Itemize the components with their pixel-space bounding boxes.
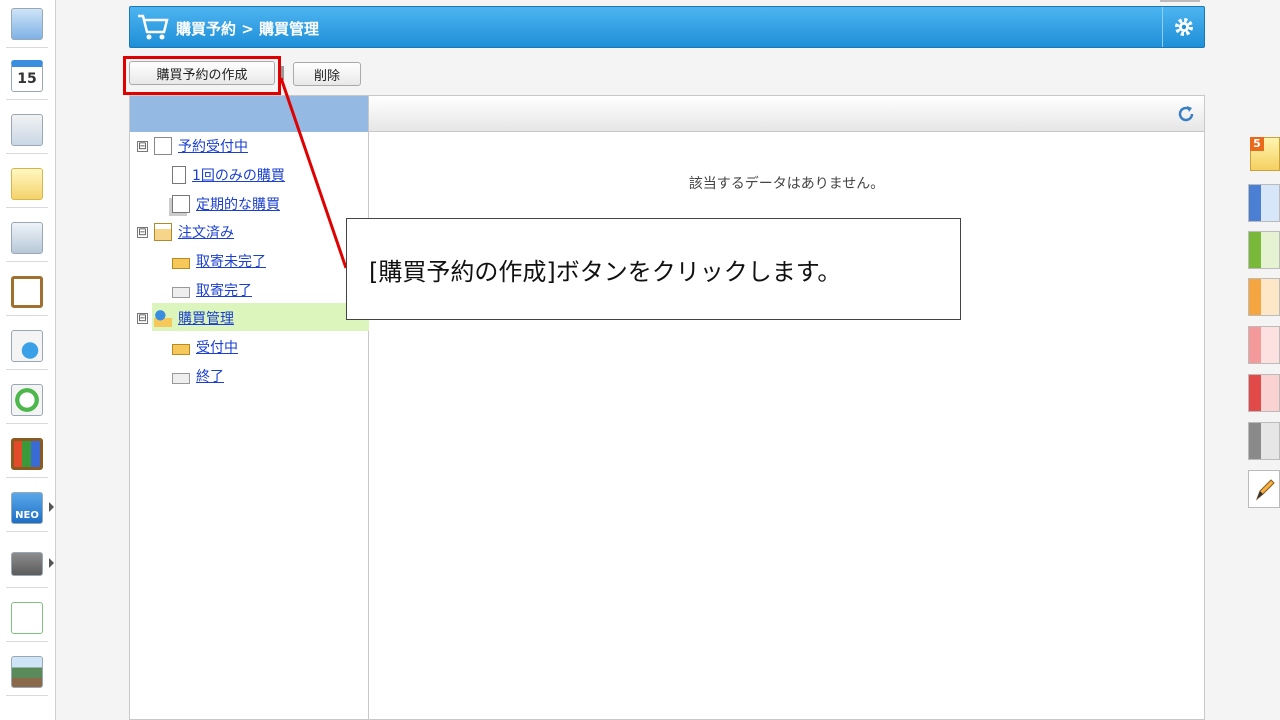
empty-message: 該当するデータはありません。 <box>688 176 885 192</box>
right-color-blue[interactable] <box>1248 184 1280 222</box>
memo-icon <box>11 167 43 200</box>
rail-banner[interactable] <box>6 648 48 696</box>
orange-stripe <box>1249 279 1261 315</box>
rail-tanomail[interactable] <box>6 594 48 642</box>
rail-portal[interactable] <box>6 0 48 48</box>
settings-button[interactable] <box>1162 7 1204 47</box>
tree-item-complete[interactable]: 取寄完了 <box>172 277 252 303</box>
right-color-orange[interactable] <box>1248 278 1280 316</box>
tree-link-complete[interactable]: 取寄完了 <box>196 280 252 300</box>
search-doc-icon <box>11 329 43 362</box>
right-pencil[interactable] <box>1248 470 1280 508</box>
tree-link-accepting[interactable]: 受付中 <box>196 337 238 357</box>
folder-icon <box>172 343 190 355</box>
rail-sync[interactable] <box>6 376 48 424</box>
portal-icon <box>11 7 43 40</box>
gear-icon <box>1174 18 1193 36</box>
blue-stripe <box>1249 185 1261 221</box>
rail-clipboard[interactable] <box>6 268 48 316</box>
rail-search-doc[interactable] <box>6 322 48 370</box>
tree-item-accepting[interactable]: 受付中 <box>172 334 238 360</box>
page-title: 購買予約 > 購買管理 <box>176 20 320 38</box>
rail-calendar[interactable]: 15 <box>6 52 48 100</box>
rail-binder[interactable] <box>6 430 48 478</box>
highlight-box <box>123 56 281 95</box>
refresh-icon[interactable] <box>1176 104 1196 124</box>
folder-gray-icon <box>172 286 190 298</box>
tree-header <box>130 96 368 132</box>
folder-icon <box>11 551 43 576</box>
pencil-icon <box>1255 479 1275 501</box>
delete-button[interactable]: 削除 <box>293 62 361 86</box>
tree-link-management[interactable]: 購買管理 <box>178 308 234 328</box>
tree-link-ordered[interactable]: 注文済み <box>178 222 234 242</box>
folder-gray-icon <box>172 372 190 384</box>
edit-note-icon <box>154 137 172 155</box>
red-stripe <box>1249 375 1261 411</box>
list-panel: 該当するデータはありません。 <box>369 95 1205 720</box>
tree-item-ended[interactable]: 終了 <box>172 363 224 389</box>
tree-item-pending[interactable]: 取寄未完了 <box>172 248 266 274</box>
page-header: 購買予約 > 購買管理 <box>129 6 1205 48</box>
clipboard-icon <box>172 166 186 184</box>
tanomail-icon <box>11 601 43 634</box>
collapse-toggle[interactable]: ⊟ <box>137 312 148 324</box>
app-launcher-rail: 15 NEO <box>0 0 56 720</box>
tree-link-reservation[interactable]: 予約受付中 <box>178 136 248 156</box>
right-color-green[interactable] <box>1248 231 1280 269</box>
rail-neo[interactable]: NEO <box>6 484 54 532</box>
instruction-callout: [購買予約の作成]ボタンをクリックします。 <box>346 218 961 320</box>
tree-link-regular[interactable]: 定期的な購買 <box>196 194 280 214</box>
top-divider <box>1160 0 1200 2</box>
tree-item-once[interactable]: 1回のみの購買 <box>172 162 285 188</box>
rail-bulletin[interactable] <box>6 214 48 262</box>
right-color-pink[interactable] <box>1248 326 1280 364</box>
folder-tree-panel: ⊟ 予約受付中 1回のみの購買 定期的な購買 ⊟ 注文済み 取寄未完了 取寄完了… <box>129 95 369 720</box>
cart-icon <box>138 14 169 40</box>
right-color-red[interactable] <box>1248 374 1280 412</box>
order-folder-icon <box>154 223 172 241</box>
tree-link-once[interactable]: 1回のみの購買 <box>192 165 285 185</box>
collapse-toggle[interactable]: ⊟ <box>137 140 148 152</box>
list-header <box>369 96 1204 132</box>
green-stripe <box>1249 232 1261 268</box>
user-folder-icon <box>154 309 172 327</box>
tree-item-regular[interactable]: 定期的な購買 <box>172 191 280 217</box>
rail-folder[interactable] <box>6 540 54 588</box>
folder-icon <box>172 257 190 269</box>
expand-arrow-icon <box>49 502 54 512</box>
tree-group-ordered[interactable]: ⊟ 注文済み <box>137 219 234 245</box>
toolbar-separator <box>281 66 284 80</box>
gray-stripe <box>1249 423 1261 459</box>
clipboard-icon <box>11 275 43 308</box>
right-color-gray[interactable] <box>1248 422 1280 460</box>
bulletin-icon <box>11 221 43 254</box>
report-icon <box>11 113 43 146</box>
calendar-icon: 15 <box>11 59 43 92</box>
rail-memo[interactable] <box>6 160 48 208</box>
pink-stripe <box>1249 327 1261 363</box>
banner-icon <box>11 655 43 688</box>
tree-group-reservation[interactable]: ⊟ 予約受付中 <box>137 133 248 159</box>
neo-chart-icon: NEO <box>11 491 43 524</box>
notes-badge: 5 <box>1250 137 1264 151</box>
expand-arrow-icon <box>49 558 54 568</box>
tree-link-ended[interactable]: 終了 <box>196 366 224 386</box>
clipboard-stack-icon <box>172 195 190 213</box>
neo-label: NEO <box>15 509 39 521</box>
tree-link-pending[interactable]: 取寄未完了 <box>196 251 266 271</box>
right-notes[interactable]: 5 <box>1248 135 1280 173</box>
collapse-toggle[interactable]: ⊟ <box>137 226 148 238</box>
sync-icon <box>11 383 43 416</box>
calendar-day: 15 <box>17 70 37 87</box>
binder-icon <box>11 437 43 470</box>
tree-group-management[interactable]: ⊟ 購買管理 <box>137 305 234 331</box>
rail-report[interactable] <box>6 106 48 154</box>
